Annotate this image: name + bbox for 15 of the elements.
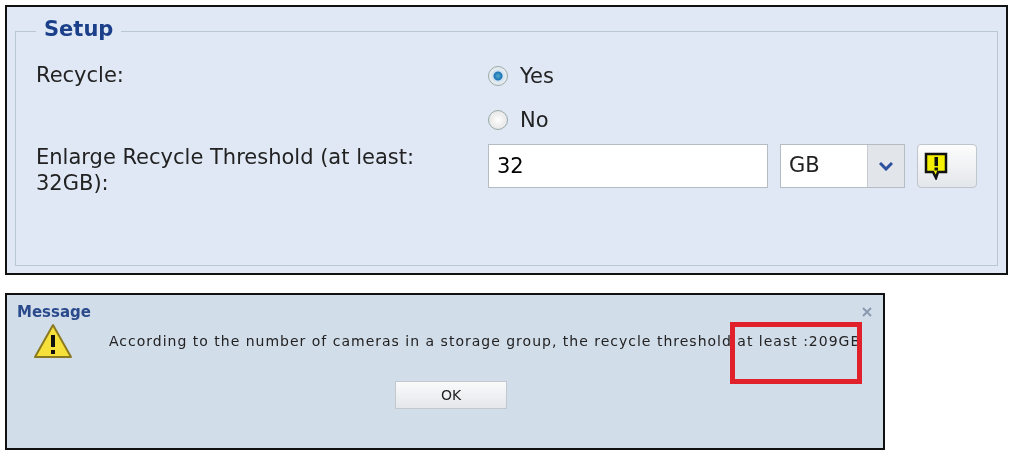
caret-icon	[879, 161, 894, 171]
radio-button[interactable]	[488, 110, 508, 130]
dialog-title: Message	[17, 303, 91, 321]
ok-button[interactable]: OK	[395, 381, 507, 409]
threshold-input[interactable]: 32	[488, 144, 768, 188]
radio-button[interactable]	[488, 66, 508, 86]
recycle-label: Recycle:	[36, 62, 125, 88]
radio-label: Yes	[520, 64, 554, 88]
warning-button[interactable]	[917, 144, 977, 188]
threshold-label: Enlarge Recycle Threshold (at least: 32GB):	[36, 144, 415, 196]
radio-label: No	[520, 108, 549, 132]
warning-icon	[33, 323, 73, 359]
fieldset-legend: Setup	[36, 17, 122, 41]
unit-dropdown[interactable]: GB	[780, 144, 906, 188]
close-icon[interactable]	[861, 306, 873, 318]
